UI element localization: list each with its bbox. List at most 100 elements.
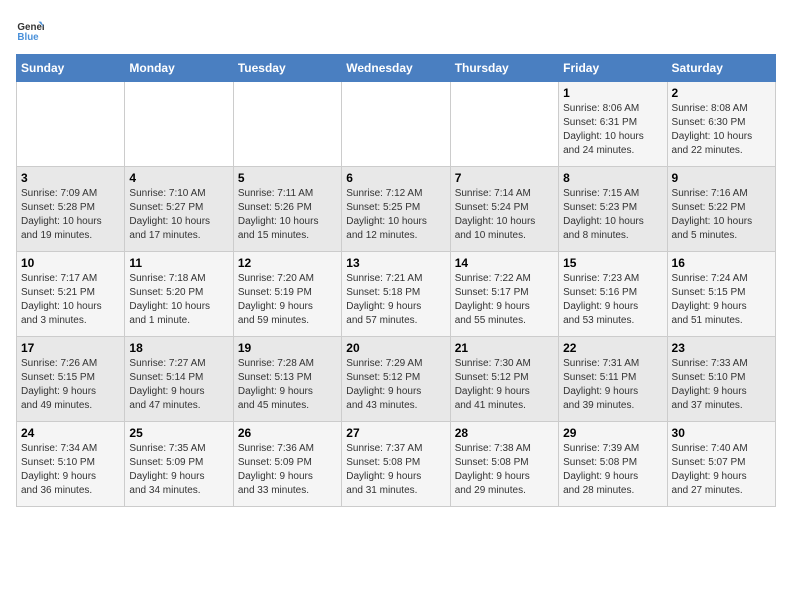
day-number: 14 bbox=[455, 256, 554, 270]
calendar-cell: 10Sunrise: 7:17 AM Sunset: 5:21 PM Dayli… bbox=[17, 252, 125, 337]
day-number: 3 bbox=[21, 171, 120, 185]
calendar-header-friday: Friday bbox=[559, 55, 667, 82]
day-number: 18 bbox=[129, 341, 228, 355]
day-number: 22 bbox=[563, 341, 662, 355]
calendar-cell: 29Sunrise: 7:39 AM Sunset: 5:08 PM Dayli… bbox=[559, 422, 667, 507]
day-info: Sunrise: 7:40 AM Sunset: 5:07 PM Dayligh… bbox=[672, 442, 771, 498]
day-info: Sunrise: 7:38 AM Sunset: 5:08 PM Dayligh… bbox=[455, 442, 554, 498]
day-number: 17 bbox=[21, 341, 120, 355]
calendar-cell: 18 Sunrise: 7:27 AM Sunset: 5:14 PM Dayli… bbox=[125, 337, 233, 422]
day-info: Sunrise: 7:11 AM Sunset: 5:26 PM Dayligh… bbox=[238, 187, 337, 243]
calendar-header-tuesday: Tuesday bbox=[233, 55, 341, 82]
calendar-header-thursday: Thursday bbox=[450, 55, 558, 82]
calendar-cell: 7Sunrise: 7:14 AM Sunset: 5:24 PM Daylig… bbox=[450, 167, 558, 252]
calendar-cell bbox=[125, 82, 233, 167]
calendar-cell: 22 Sunrise: 7:31 AM Sunset: 5:11 PM Dayli… bbox=[559, 337, 667, 422]
calendar-cell: 25 Sunrise: 7:35 AM Sunset: 5:09 PM Dayli… bbox=[125, 422, 233, 507]
calendar-body: 1Sunrise: 8:06 AM Sunset: 6:31 PM Daylig… bbox=[17, 82, 776, 507]
logo-icon: General Blue bbox=[16, 16, 44, 44]
day-number: 20 bbox=[346, 341, 445, 355]
day-info: Sunrise: 7:10 AM Sunset: 5:27 PM Dayligh… bbox=[129, 187, 228, 243]
day-info: Sunrise: 7:29 AM Sunset: 5:12 PM Dayligh… bbox=[346, 357, 445, 413]
day-number: 15 bbox=[563, 256, 662, 270]
calendar-cell bbox=[17, 82, 125, 167]
day-info: Sunrise: 7:23 AM Sunset: 5:16 PM Dayligh… bbox=[563, 272, 662, 328]
day-info: Sunrise: 7:22 AM Sunset: 5:17 PM Dayligh… bbox=[455, 272, 554, 328]
day-number: 29 bbox=[563, 426, 662, 440]
day-number: 21 bbox=[455, 341, 554, 355]
day-info: Sunrise: 7:35 AM Sunset: 5:09 PM Dayligh… bbox=[129, 442, 228, 498]
calendar-cell: 15 Sunrise: 7:23 AM Sunset: 5:16 PM Dayli… bbox=[559, 252, 667, 337]
calendar-header-saturday: Saturday bbox=[667, 55, 775, 82]
day-info: Sunrise: 7:16 AM Sunset: 5:22 PM Dayligh… bbox=[672, 187, 771, 243]
calendar-cell: 6 Sunrise: 7:12 AM Sunset: 5:25 PM Daylig… bbox=[342, 167, 450, 252]
calendar-week-2: 3 Sunrise: 7:09 AM Sunset: 5:28 PM Daylig… bbox=[17, 167, 776, 252]
day-number: 2 bbox=[672, 86, 771, 100]
day-info: Sunrise: 7:27 AM Sunset: 5:14 PM Dayligh… bbox=[129, 357, 228, 413]
day-info: Sunrise: 7:26 AM Sunset: 5:15 PM Dayligh… bbox=[21, 357, 120, 413]
calendar-cell: 8 Sunrise: 7:15 AM Sunset: 5:23 PM Daylig… bbox=[559, 167, 667, 252]
day-number: 4 bbox=[129, 171, 228, 185]
day-info: Sunrise: 7:21 AM Sunset: 5:18 PM Dayligh… bbox=[346, 272, 445, 328]
calendar-cell: 1Sunrise: 8:06 AM Sunset: 6:31 PM Daylig… bbox=[559, 82, 667, 167]
day-info: Sunrise: 7:28 AM Sunset: 5:13 PM Dayligh… bbox=[238, 357, 337, 413]
calendar-cell: 28Sunrise: 7:38 AM Sunset: 5:08 PM Dayli… bbox=[450, 422, 558, 507]
day-number: 27 bbox=[346, 426, 445, 440]
day-number: 16 bbox=[672, 256, 771, 270]
day-info: Sunrise: 7:36 AM Sunset: 5:09 PM Dayligh… bbox=[238, 442, 337, 498]
day-number: 8 bbox=[563, 171, 662, 185]
day-info: Sunrise: 7:09 AM Sunset: 5:28 PM Dayligh… bbox=[21, 187, 120, 243]
day-info: Sunrise: 7:24 AM Sunset: 5:15 PM Dayligh… bbox=[672, 272, 771, 328]
day-number: 13 bbox=[346, 256, 445, 270]
day-number: 23 bbox=[672, 341, 771, 355]
header: General Blue bbox=[16, 16, 776, 44]
day-number: 12 bbox=[238, 256, 337, 270]
calendar-cell: 12 Sunrise: 7:20 AM Sunset: 5:19 PM Dayli… bbox=[233, 252, 341, 337]
day-info: Sunrise: 7:20 AM Sunset: 5:19 PM Dayligh… bbox=[238, 272, 337, 328]
calendar-week-4: 17 Sunrise: 7:26 AM Sunset: 5:15 PM Dayli… bbox=[17, 337, 776, 422]
day-number: 30 bbox=[672, 426, 771, 440]
day-info: Sunrise: 7:34 AM Sunset: 5:10 PM Dayligh… bbox=[21, 442, 120, 498]
calendar-cell: 19 Sunrise: 7:28 AM Sunset: 5:13 PM Dayli… bbox=[233, 337, 341, 422]
calendar-header-wednesday: Wednesday bbox=[342, 55, 450, 82]
calendar-cell: 30 Sunrise: 7:40 AM Sunset: 5:07 PM Dayli… bbox=[667, 422, 775, 507]
calendar-week-1: 1Sunrise: 8:06 AM Sunset: 6:31 PM Daylig… bbox=[17, 82, 776, 167]
calendar-cell: 21Sunrise: 7:30 AM Sunset: 5:12 PM Dayli… bbox=[450, 337, 558, 422]
calendar-cell: 26 Sunrise: 7:36 AM Sunset: 5:09 PM Dayli… bbox=[233, 422, 341, 507]
day-number: 25 bbox=[129, 426, 228, 440]
calendar-cell: 11Sunrise: 7:18 AM Sunset: 5:20 PM Dayli… bbox=[125, 252, 233, 337]
day-number: 5 bbox=[238, 171, 337, 185]
calendar-cell: 23 Sunrise: 7:33 AM Sunset: 5:10 PM Dayli… bbox=[667, 337, 775, 422]
day-info: Sunrise: 7:37 AM Sunset: 5:08 PM Dayligh… bbox=[346, 442, 445, 498]
calendar-cell: 24 Sunrise: 7:34 AM Sunset: 5:10 PM Dayli… bbox=[17, 422, 125, 507]
calendar-header-sunday: Sunday bbox=[17, 55, 125, 82]
calendar-cell: 2Sunrise: 8:08 AM Sunset: 6:30 PM Daylig… bbox=[667, 82, 775, 167]
svg-text:Blue: Blue bbox=[17, 32, 39, 43]
calendar-cell: 16 Sunrise: 7:24 AM Sunset: 5:15 PM Dayli… bbox=[667, 252, 775, 337]
day-info: Sunrise: 7:18 AM Sunset: 5:20 PM Dayligh… bbox=[129, 272, 228, 328]
calendar-cell: 17 Sunrise: 7:26 AM Sunset: 5:15 PM Dayli… bbox=[17, 337, 125, 422]
day-number: 1 bbox=[563, 86, 662, 100]
calendar-week-5: 24 Sunrise: 7:34 AM Sunset: 5:10 PM Dayli… bbox=[17, 422, 776, 507]
calendar-cell: 9Sunrise: 7:16 AM Sunset: 5:22 PM Daylig… bbox=[667, 167, 775, 252]
calendar-week-3: 10Sunrise: 7:17 AM Sunset: 5:21 PM Dayli… bbox=[17, 252, 776, 337]
day-number: 10 bbox=[21, 256, 120, 270]
calendar-cell bbox=[342, 82, 450, 167]
day-number: 6 bbox=[346, 171, 445, 185]
calendar-cell: 4 Sunrise: 7:10 AM Sunset: 5:27 PM Daylig… bbox=[125, 167, 233, 252]
day-info: Sunrise: 7:33 AM Sunset: 5:10 PM Dayligh… bbox=[672, 357, 771, 413]
day-info: Sunrise: 7:15 AM Sunset: 5:23 PM Dayligh… bbox=[563, 187, 662, 243]
day-number: 7 bbox=[455, 171, 554, 185]
calendar: SundayMondayTuesdayWednesdayThursdayFrid… bbox=[16, 54, 776, 507]
calendar-cell: 14 Sunrise: 7:22 AM Sunset: 5:17 PM Dayli… bbox=[450, 252, 558, 337]
day-number: 24 bbox=[21, 426, 120, 440]
logo: General Blue bbox=[16, 16, 48, 44]
day-info: Sunrise: 7:31 AM Sunset: 5:11 PM Dayligh… bbox=[563, 357, 662, 413]
day-info: Sunrise: 7:12 AM Sunset: 5:25 PM Dayligh… bbox=[346, 187, 445, 243]
day-number: 19 bbox=[238, 341, 337, 355]
calendar-cell: 13 Sunrise: 7:21 AM Sunset: 5:18 PM Dayli… bbox=[342, 252, 450, 337]
calendar-header-row: SundayMondayTuesdayWednesdayThursdayFrid… bbox=[17, 55, 776, 82]
day-number: 26 bbox=[238, 426, 337, 440]
calendar-header-monday: Monday bbox=[125, 55, 233, 82]
calendar-cell: 5 Sunrise: 7:11 AM Sunset: 5:26 PM Daylig… bbox=[233, 167, 341, 252]
